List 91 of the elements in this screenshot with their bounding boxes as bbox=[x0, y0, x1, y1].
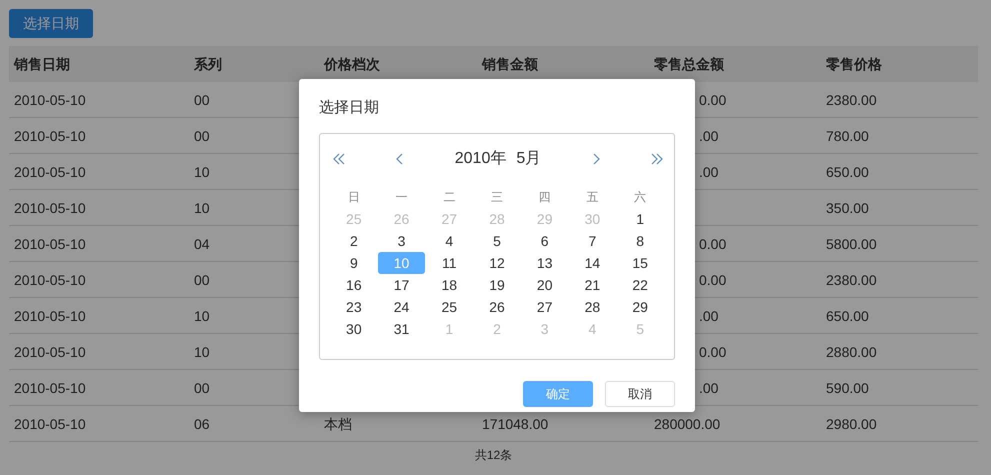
table-cell-text: 780.00 bbox=[826, 127, 869, 146]
table-cell-text: 280000.00 bbox=[654, 415, 720, 434]
weekday-label: 六 bbox=[633, 188, 648, 206]
table-cell-text: 350.00 bbox=[826, 199, 869, 218]
calendar-day[interactable]: 7 bbox=[568, 230, 616, 252]
table-cell-text: 2380.00 bbox=[826, 91, 877, 110]
calendar-day[interactable]: 22 bbox=[616, 274, 664, 296]
column-header: 销售金额 bbox=[480, 55, 539, 74]
calendar-day[interactable]: 8 bbox=[616, 230, 664, 252]
calendar-day[interactable]: 24 bbox=[378, 296, 426, 318]
table-cell-text: 2980.00 bbox=[826, 415, 877, 434]
calendar-day[interactable]: 2 bbox=[330, 230, 378, 252]
calendar-day[interactable]: 3 bbox=[378, 230, 426, 252]
column-header: 零售总金额 bbox=[653, 55, 725, 74]
calendar-day[interactable]: 30 bbox=[330, 318, 378, 340]
table-cell-text: 2010-05-10 bbox=[14, 127, 86, 146]
table-cell-text: 10 bbox=[194, 199, 210, 218]
table-cell-text: .00 bbox=[699, 307, 718, 326]
table-cell-text: 本档 bbox=[324, 415, 352, 434]
table-cell-text: 171048.00 bbox=[482, 415, 548, 434]
calendar-day[interactable]: 5 bbox=[473, 230, 520, 252]
table-cell-text: 0.00 bbox=[699, 271, 726, 290]
cancel-button[interactable]: 取消 bbox=[605, 380, 675, 406]
calendar-day[interactable]: 6 bbox=[521, 230, 568, 252]
column-header: 系列 bbox=[193, 55, 223, 74]
table-cell-text: 0.00 bbox=[699, 235, 726, 254]
calendar-day[interactable]: 19 bbox=[473, 274, 520, 296]
calendar-day[interactable]: 29 bbox=[616, 296, 664, 318]
weekday-label: 一 bbox=[394, 188, 409, 206]
table-cell-text: 10 bbox=[194, 307, 210, 326]
calendar-day[interactable]: 26 bbox=[473, 296, 520, 318]
calendar-day[interactable]: 13 bbox=[521, 252, 568, 274]
weekday-label: 四 bbox=[538, 188, 552, 206]
previous-year-icon[interactable] bbox=[332, 152, 346, 166]
calendar-day[interactable]: 12 bbox=[473, 252, 520, 274]
table-cell-text: 00 bbox=[194, 379, 210, 398]
table-cell-text: .00 bbox=[699, 127, 718, 146]
table-cell-text: 2010-05-10 bbox=[14, 379, 86, 398]
table-cell-text: 00 bbox=[194, 127, 210, 146]
table-cell-text: .00 bbox=[699, 163, 718, 182]
calendar-day[interactable]: 14 bbox=[568, 252, 616, 274]
weekday-label: 日 bbox=[346, 188, 361, 206]
calendar-day[interactable]: 23 bbox=[330, 296, 378, 318]
calendar-day[interactable]: 25 bbox=[426, 296, 473, 318]
calendar-day[interactable]: 21 bbox=[568, 274, 616, 296]
table-cell-text: 650.00 bbox=[826, 307, 869, 326]
calendar-day[interactable]: 20 bbox=[521, 274, 568, 296]
table-cell-text: 0.00 bbox=[699, 343, 726, 362]
table-cell-text: 2010-05-10 bbox=[14, 199, 86, 218]
table-cell-text: 04 bbox=[194, 235, 210, 254]
table-cell-text: 00 bbox=[194, 91, 210, 110]
table-cell-text: 2010-05-10 bbox=[14, 271, 86, 290]
table-cell-text: 2010-05-10 bbox=[14, 307, 86, 326]
calendar-year[interactable]: 2010年 bbox=[454, 146, 506, 170]
table-cell-text: 10 bbox=[194, 343, 210, 362]
calendar-day[interactable]: 4 bbox=[426, 230, 473, 252]
calendar-day[interactable]: 27 bbox=[521, 296, 568, 318]
column-header: 价格档次 bbox=[322, 55, 381, 74]
calendar-day[interactable]: 31 bbox=[378, 318, 426, 340]
calendar-month[interactable]: 5月 bbox=[516, 146, 542, 170]
table-cell-text: 06 bbox=[194, 415, 210, 434]
table-cell-text: 10 bbox=[194, 163, 210, 182]
table-cell-text: 2010-05-10 bbox=[14, 163, 86, 182]
table-cell-text: 2010-05-10 bbox=[14, 91, 86, 110]
weekday-label: 五 bbox=[585, 188, 600, 206]
weekday-label: 二 bbox=[442, 188, 456, 206]
column-header: 销售日期 bbox=[12, 55, 71, 74]
table-cell-text: 00 bbox=[194, 271, 210, 290]
table-cell-text: 2010-05-10 bbox=[14, 343, 86, 362]
calendar-day[interactable]: 9 bbox=[330, 252, 378, 274]
total-count: 共12条 bbox=[474, 447, 514, 464]
next-year-icon[interactable] bbox=[650, 152, 664, 166]
table-cell-text: 2010-05-10 bbox=[14, 235, 86, 254]
calendar-day[interactable]: 16 bbox=[330, 274, 378, 296]
calendar-day[interactable]: 18 bbox=[426, 274, 473, 296]
table-cell-text: 590.00 bbox=[826, 379, 869, 398]
table-cell-text: 2010-05-10 bbox=[14, 415, 86, 434]
table-cell-text: 2880.00 bbox=[826, 343, 877, 362]
table-cell-text: .00 bbox=[699, 379, 718, 398]
weekday-label: 三 bbox=[490, 188, 504, 206]
table-cell-text: 5800.00 bbox=[826, 235, 877, 254]
calendar-day[interactable]: 28 bbox=[568, 296, 616, 318]
column-header: 零售价格 bbox=[825, 55, 883, 74]
table-cell-text: 650.00 bbox=[826, 163, 869, 182]
table-cell-text: 0.00 bbox=[699, 91, 726, 110]
dialog-title: 选择日期 bbox=[319, 98, 380, 118]
calendar-day[interactable]: 11 bbox=[426, 252, 473, 274]
table-cell-text: 2380.00 bbox=[826, 271, 877, 290]
calendar-day[interactable]: 17 bbox=[378, 274, 426, 296]
calendar-day[interactable]: 15 bbox=[616, 252, 664, 274]
calendar-day[interactable]: 1 bbox=[616, 208, 664, 230]
